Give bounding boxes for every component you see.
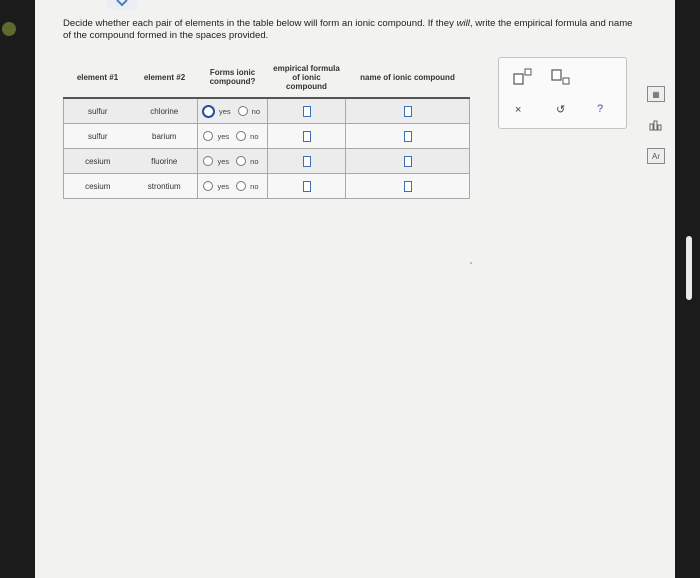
row-2-yes-label: yes — [217, 131, 230, 141]
row-2-no-radio[interactable] — [236, 131, 247, 141]
header-element-2: element #2 — [143, 72, 186, 82]
question-instructions: Decide whether each pair of elements in … — [63, 18, 643, 42]
row-4-element-2: strontium — [131, 173, 198, 199]
right-toolbar: ▦ Ar — [643, 80, 669, 180]
row-3-formula-input[interactable] — [302, 155, 311, 167]
calculator-icon[interactable]: ▦ — [647, 86, 665, 102]
row-4-element-1: cesium — [63, 173, 132, 199]
periodic-table-icon[interactable]: Ar — [647, 148, 665, 164]
row-2-element-2: barium — [131, 123, 198, 149]
header-empirical-formula: empirical formula of ionic compound — [273, 63, 340, 91]
chevron-down-icon — [116, 0, 128, 7]
row-1-forms-ionic: yes no — [197, 97, 268, 124]
row-1-element-1: sulfur — [63, 97, 132, 124]
row-4-no-radio[interactable] — [236, 181, 247, 191]
row-4-forms-ionic: yes no — [197, 173, 268, 199]
row-1-yes-label: yes — [218, 106, 231, 116]
table-row: cesium strontium yes no — [63, 173, 470, 199]
instructions-emphasis-will: will — [456, 18, 470, 29]
scrollbar[interactable] — [686, 236, 692, 300]
row-1-element-2: chlorine — [131, 97, 198, 124]
row-4-formula-cell — [267, 173, 346, 199]
row-2-no-label: no — [250, 131, 259, 141]
row-2-yes-radio[interactable] — [203, 131, 214, 141]
table-row: cesium fluorine yes no — [63, 148, 470, 174]
header-element-1: element #1 — [76, 72, 119, 82]
row-3-element-2: fluorine — [131, 148, 198, 174]
row-3-element-1: cesium — [63, 148, 132, 174]
subscript-icon[interactable] — [551, 68, 571, 86]
row-2-name-cell — [345, 123, 470, 149]
row-2-formula-cell — [267, 123, 346, 149]
table-row: sulfur barium yes no — [63, 123, 470, 149]
clear-icon[interactable]: × — [515, 104, 521, 116]
row-1-formula-input[interactable] — [302, 105, 311, 117]
row-2-element-1: sulfur — [63, 123, 132, 149]
row-1-name-cell — [345, 97, 470, 124]
row-4-yes-label: yes — [217, 181, 230, 191]
row-3-no-label: no — [250, 156, 259, 166]
row-2-forms-ionic: yes no — [197, 123, 268, 149]
table-row: sulfur chlorine yes no — [63, 97, 470, 124]
row-1-formula-cell — [267, 97, 346, 124]
row-1-yes-radio[interactable] — [201, 104, 215, 118]
row-3-yes-label: yes — [217, 156, 230, 166]
row-4-formula-input[interactable] — [302, 180, 311, 192]
row-3-no-radio[interactable] — [236, 156, 247, 166]
row-2-formula-input[interactable] — [302, 130, 311, 142]
row-3-yes-radio[interactable] — [203, 156, 214, 166]
header-compound-name: name of ionic compound — [360, 72, 455, 82]
row-4-name-cell — [345, 173, 470, 199]
row-2-name-input[interactable] — [403, 130, 412, 142]
row-3-name-cell — [345, 148, 470, 174]
answer-tools-panel: × ↺ ? — [498, 57, 627, 129]
ionic-compound-table: element #1 element #2 Forms ionic compou… — [63, 57, 470, 199]
header-forms-ionic: Forms ionic compound? — [209, 68, 256, 86]
browser-side-indicator — [2, 22, 16, 36]
row-1-name-input[interactable] — [403, 105, 412, 117]
row-4-no-label: no — [250, 181, 259, 191]
row-1-no-label: no — [251, 106, 260, 116]
row-3-formula-cell — [267, 148, 346, 174]
help-icon[interactable]: ? — [597, 103, 603, 115]
chart-icon[interactable] — [648, 118, 664, 132]
row-4-yes-radio[interactable] — [203, 181, 214, 191]
stray-dot — [470, 262, 472, 264]
instructions-part1: Decide whether each pair of elements in … — [63, 18, 457, 29]
superscript-icon[interactable] — [513, 68, 533, 86]
collapse-tab[interactable] — [107, 0, 137, 10]
row-4-name-input[interactable] — [403, 180, 412, 192]
row-3-name-input[interactable] — [403, 155, 412, 167]
undo-icon[interactable]: ↺ — [556, 103, 565, 116]
row-1-no-radio[interactable] — [237, 106, 248, 116]
row-3-forms-ionic: yes no — [197, 148, 268, 174]
